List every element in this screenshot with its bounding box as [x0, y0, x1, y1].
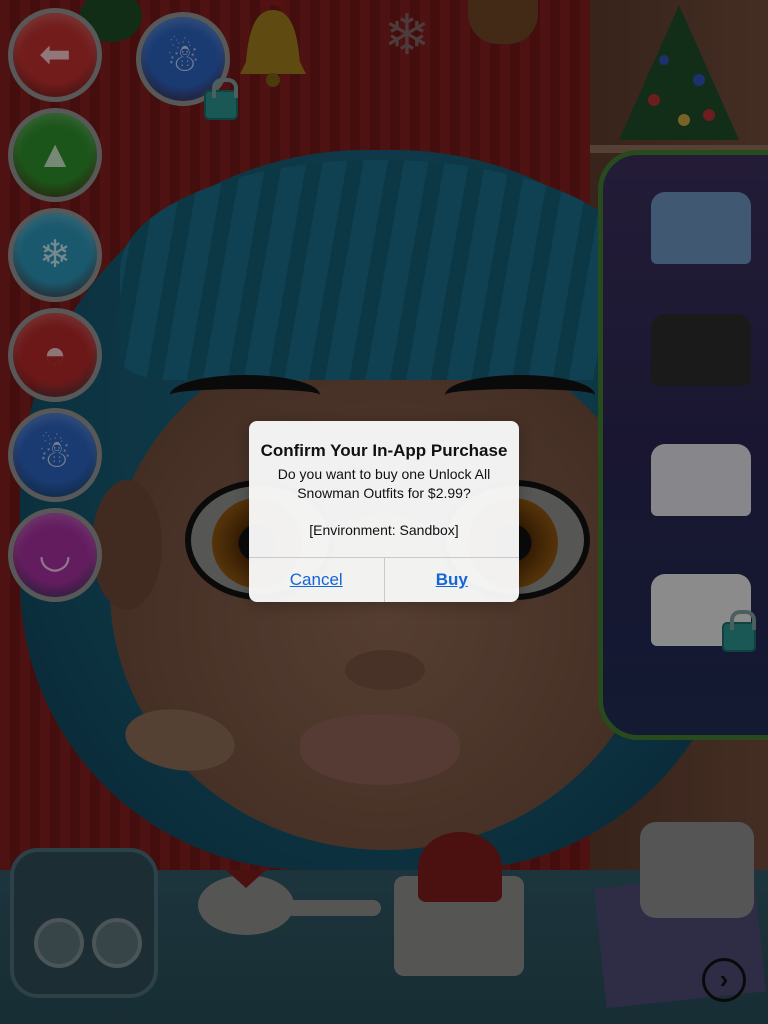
- dialog-buttons: Cancel Buy: [249, 557, 519, 602]
- dialog-message: Do you want to buy one Unlock All Snowma…: [277, 466, 491, 501]
- dialog-environment: [Environment: Sandbox]: [309, 522, 459, 538]
- game-scene: ❄ ☃ ⬅ ▲ ❄ ◓ ☃ ◡ › Confirm Your In-App Pu…: [0, 0, 768, 1024]
- dialog-title: Confirm Your In-App Purchase: [260, 441, 508, 460]
- cancel-button[interactable]: Cancel: [249, 558, 385, 602]
- purchase-confirm-dialog: Confirm Your In-App Purchase Do you want…: [249, 421, 519, 602]
- buy-button[interactable]: Buy: [385, 558, 520, 602]
